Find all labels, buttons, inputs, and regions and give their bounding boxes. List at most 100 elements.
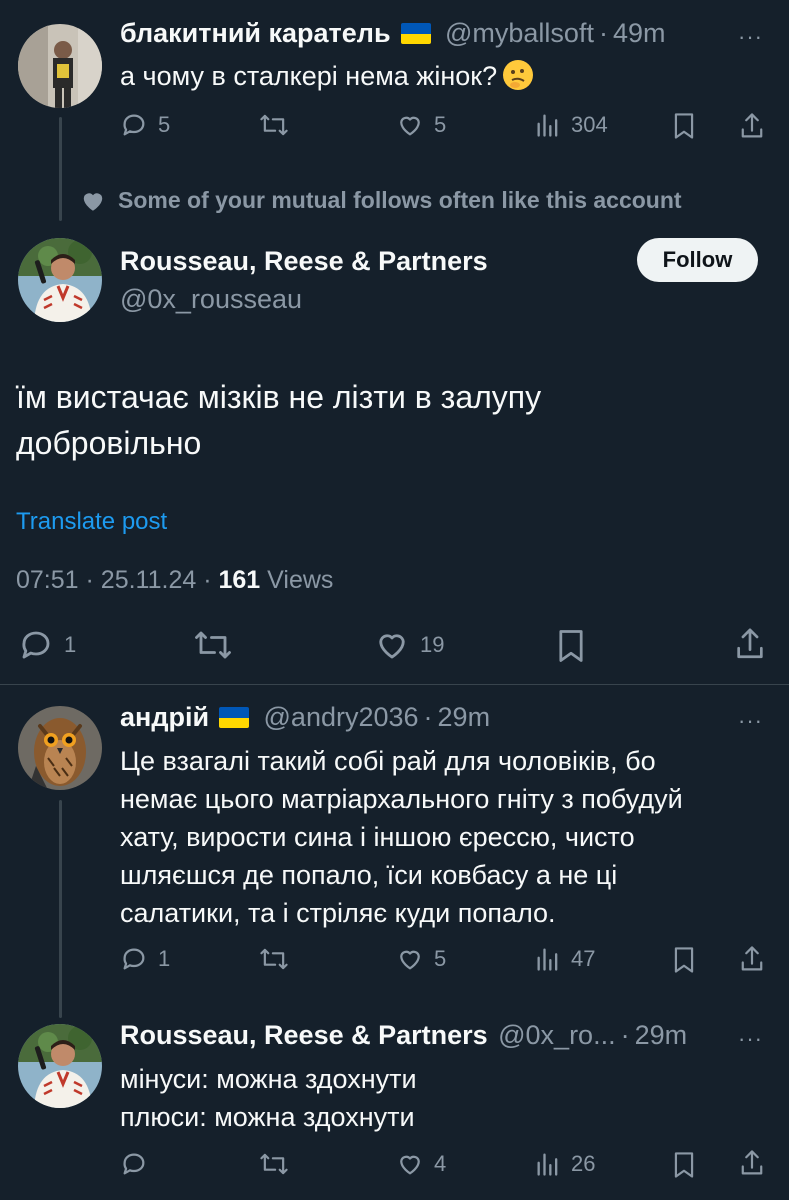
share-button[interactable] xyxy=(738,111,766,141)
post-date[interactable]: 25.11.24 xyxy=(101,566,196,594)
views-button[interactable]: 47 xyxy=(535,945,595,973)
post-text: Це взагалі такий собі рай для чоловіків,… xyxy=(120,742,683,932)
repost-button[interactable] xyxy=(192,627,234,663)
like-button[interactable]: 19 xyxy=(374,627,444,663)
post-header: Rousseau, Reese & Partners @0x_ro... · 29m xyxy=(120,1020,687,1051)
more-options-icon[interactable]: ··· xyxy=(738,708,763,734)
bookmark-icon xyxy=(674,947,694,973)
like-count: 19 xyxy=(420,632,445,657)
like-button[interactable]: 5 xyxy=(396,945,446,973)
heart-icon xyxy=(400,1155,420,1175)
author-name[interactable]: Rousseau, Reese & Partners xyxy=(120,246,488,277)
author-name[interactable]: блакитний каратель xyxy=(120,18,391,48)
social-context: Some of your mutual follows often like t… xyxy=(80,187,682,214)
bookmark-icon xyxy=(674,113,694,139)
like-button[interactable]: 5 xyxy=(396,111,446,139)
post-text: мінуси: можна здохнути плюси: можна здох… xyxy=(120,1060,417,1136)
reply-count: 5 xyxy=(158,112,171,137)
post-text-line: хату, вирости сина і іншою єрессю, чисто xyxy=(120,822,635,852)
post-text-line: шляєшся де попало, їси ковбасу а не ці xyxy=(120,860,618,890)
heart-icon xyxy=(379,634,405,659)
avatar[interactable] xyxy=(18,24,102,108)
heart-icon xyxy=(400,116,420,136)
post-text-line: добровільно xyxy=(16,425,202,461)
heart-icon xyxy=(83,192,103,211)
author-name[interactable]: андрій xyxy=(120,702,209,732)
bookmark-button[interactable] xyxy=(671,111,697,141)
translate-post-link[interactable]: Translate post xyxy=(16,508,167,536)
repost-icon xyxy=(260,114,288,136)
post-meta: 07:51 · 25.11.24 · 161 Views xyxy=(16,566,333,595)
share-icon xyxy=(737,628,763,659)
views-button[interactable]: 26 xyxy=(535,1150,595,1178)
post-time[interactable]: 29m xyxy=(438,702,491,732)
views-count[interactable]: 161 xyxy=(219,566,261,594)
divider xyxy=(0,684,789,685)
repost-icon xyxy=(260,1153,288,1175)
bookmark-button[interactable] xyxy=(671,1150,697,1180)
views-count: 26 xyxy=(571,1151,596,1176)
avatar[interactable] xyxy=(18,1024,102,1108)
repost-button[interactable] xyxy=(258,111,290,139)
reply-icon xyxy=(123,114,145,136)
like-count: 5 xyxy=(434,946,447,971)
reply-button[interactable]: 1 xyxy=(18,627,76,663)
share-button[interactable] xyxy=(738,1148,766,1178)
separator: · xyxy=(203,566,212,594)
bookmark-button[interactable] xyxy=(671,945,697,975)
separator: · xyxy=(620,1020,630,1050)
heart-icon xyxy=(400,950,420,970)
bookmark-button[interactable] xyxy=(555,627,587,665)
post-time[interactable]: 07:51 xyxy=(16,566,79,594)
thread-line xyxy=(59,117,62,221)
like-count: 4 xyxy=(434,1151,447,1176)
post-text-line: їм вистачає мізків не лізти в залупу xyxy=(16,379,542,415)
avatar[interactable] xyxy=(18,706,102,790)
post-text: а чому в сталкері нема жінок? xyxy=(120,57,534,95)
author-handle[interactable]: @0x_rousseau xyxy=(120,284,302,315)
reply-count: 1 xyxy=(158,946,171,971)
more-options-icon[interactable]: ··· xyxy=(738,1026,763,1052)
reply-button[interactable]: 1 xyxy=(120,945,170,973)
avatar[interactable] xyxy=(18,238,102,322)
post-time[interactable]: 29m xyxy=(635,1020,688,1050)
views-count: 304 xyxy=(571,112,608,137)
views-icon xyxy=(537,1153,558,1176)
author-handle[interactable]: @andry2036 xyxy=(264,702,419,732)
share-icon xyxy=(741,1150,763,1175)
thread-line xyxy=(59,800,62,1018)
more-options-icon[interactable]: ··· xyxy=(738,24,763,50)
like-button[interactable]: 4 xyxy=(396,1150,446,1178)
separator: · xyxy=(85,566,94,594)
views-button[interactable]: 304 xyxy=(535,111,608,139)
repost-button[interactable] xyxy=(258,945,290,973)
views-icon xyxy=(537,948,558,971)
post-text-content: а чому в сталкері нема жінок? xyxy=(120,61,498,91)
repost-icon xyxy=(260,948,288,970)
author-handle[interactable]: @myballsoft xyxy=(445,18,594,48)
post-text-line: мінуси: можна здохнути xyxy=(120,1064,417,1094)
author-handle[interactable]: @0x_ro... xyxy=(498,1020,615,1050)
bookmark-icon xyxy=(674,1152,694,1178)
reply-button[interactable] xyxy=(120,1150,148,1178)
post-time[interactable]: 49m xyxy=(613,18,666,48)
social-context-text: Some of your mutual follows often like t… xyxy=(118,187,682,213)
views-label: Views xyxy=(267,566,334,594)
reply-button[interactable]: 5 xyxy=(120,111,170,139)
post-text-line: Це взагалі такий собі рай для чоловіків,… xyxy=(120,746,656,776)
repost-button[interactable] xyxy=(258,1150,290,1178)
follow-button[interactable]: Follow xyxy=(637,238,758,282)
separator: · xyxy=(598,18,608,48)
author-name[interactable]: Rousseau, Reese & Partners xyxy=(120,1020,488,1050)
share-button[interactable] xyxy=(733,625,767,663)
share-icon xyxy=(741,946,763,971)
reply-count: 1 xyxy=(64,632,77,657)
ukraine-flag-icon xyxy=(219,707,250,728)
reply-icon xyxy=(123,1153,145,1175)
like-count: 5 xyxy=(434,112,447,137)
post-text-line: плюси: можна здохнути xyxy=(120,1102,415,1132)
reply-icon xyxy=(22,631,50,659)
ukraine-flag-icon xyxy=(400,23,431,44)
share-button[interactable] xyxy=(738,944,766,974)
share-icon xyxy=(741,113,763,138)
